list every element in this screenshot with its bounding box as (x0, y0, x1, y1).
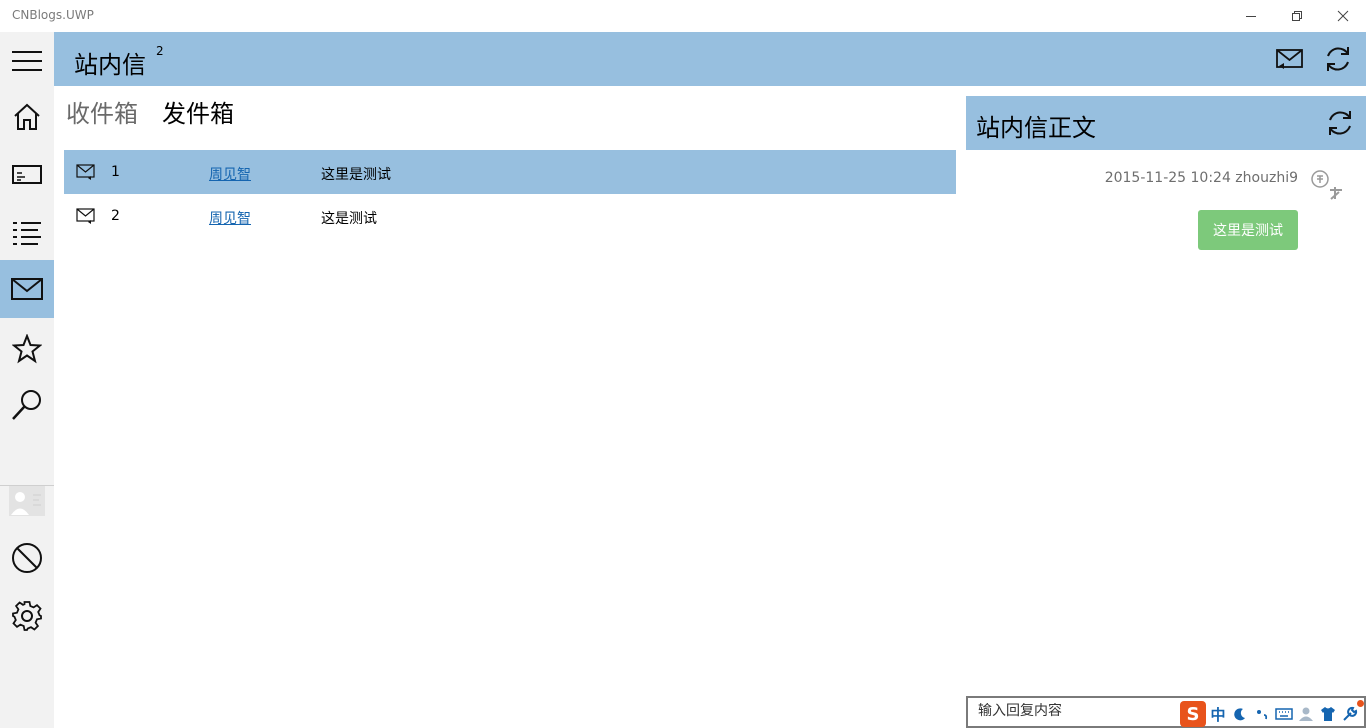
ime-logo[interactable]: S (1180, 701, 1206, 727)
block-icon (12, 543, 42, 573)
send-mail-icon (1276, 49, 1303, 69)
app-title: CNBlogs.UWP (12, 8, 94, 22)
avatar (9, 486, 45, 516)
detail-refresh-button[interactable] (1324, 107, 1356, 139)
gear-icon (12, 601, 42, 631)
message-number: 1 (111, 164, 120, 180)
title-bar: CNBlogs.UWP (0, 0, 1366, 32)
unread-count: 2 (156, 44, 164, 58)
punctuation-icon[interactable] (1252, 704, 1272, 724)
minimize-icon (1246, 16, 1256, 17)
ime-toolbar: S 中 (1180, 700, 1366, 728)
nav-list[interactable] (0, 204, 54, 262)
tab-inbox[interactable]: 收件箱 (66, 94, 138, 129)
ime-mode[interactable]: 中 (1208, 704, 1228, 725)
reply-input[interactable] (978, 703, 1178, 719)
mail-icon (76, 164, 95, 180)
mail-icon (11, 278, 43, 300)
star-icon (12, 334, 42, 364)
list-item[interactable]: 1 周见智 这里是测试 (64, 150, 956, 194)
notification-dot (1357, 700, 1364, 707)
sender-link[interactable]: 周见智 (209, 208, 251, 228)
moon-icon[interactable] (1230, 704, 1250, 724)
message-bubble: 这里是测试 (1198, 210, 1298, 250)
sender-badge-icon (1311, 170, 1342, 200)
nav-home[interactable] (0, 88, 54, 146)
nav-search[interactable] (0, 376, 54, 434)
nav-settings[interactable] (0, 587, 54, 645)
list-item[interactable]: 2 周见智 这是测试 (64, 194, 956, 238)
message-meta: 2015-11-25 10:24 zhouzhi9 (1104, 170, 1298, 186)
message-subject: 这是测试 (321, 211, 377, 227)
restore-icon (1292, 11, 1302, 21)
detail-title: 站内信正文 (976, 114, 1096, 142)
nav-profile[interactable] (0, 472, 54, 530)
nav-logout[interactable] (0, 529, 54, 587)
tab-sent[interactable]: 发件箱 (162, 94, 234, 129)
menu-icon (12, 51, 42, 71)
message-list: 1 周见智 这里是测试 2 周见智 这是测试 (64, 150, 956, 238)
nav-news[interactable] (0, 146, 54, 204)
detail-header: 站内信正文 (966, 96, 1366, 150)
user-icon[interactable] (1296, 704, 1316, 724)
shirt-icon[interactable] (1318, 704, 1338, 724)
page-header: 站内信 2 (54, 32, 1366, 86)
close-button[interactable] (1320, 0, 1366, 32)
nav-favorites[interactable] (0, 320, 54, 378)
mail-icon (76, 208, 95, 224)
refresh-icon (1327, 47, 1349, 71)
message-detail-panel: 站内信正文 2015-11-25 10:24 zhouzhi9 这里是测试 (966, 96, 1366, 728)
message-number: 2 (111, 208, 120, 224)
list-icon (13, 222, 41, 245)
page-title: 站内信 (74, 51, 146, 79)
minimize-button[interactable] (1228, 0, 1274, 32)
news-icon (12, 165, 42, 184)
nav-messages[interactable] (0, 260, 54, 318)
hamburger-button[interactable] (0, 32, 54, 90)
close-icon (1337, 10, 1349, 22)
restore-button[interactable] (1274, 0, 1320, 32)
refresh-button[interactable] (1322, 43, 1354, 75)
compose-button[interactable] (1274, 43, 1306, 75)
refresh-icon (1329, 111, 1351, 135)
sender-link[interactable]: 周见智 (209, 164, 251, 184)
sidebar (0, 32, 54, 728)
wrench-icon[interactable] (1340, 704, 1360, 724)
search-icon (12, 390, 41, 420)
home-icon (14, 103, 40, 130)
message-subject: 这里是测试 (321, 167, 391, 183)
keyboard-icon[interactable] (1274, 704, 1294, 724)
